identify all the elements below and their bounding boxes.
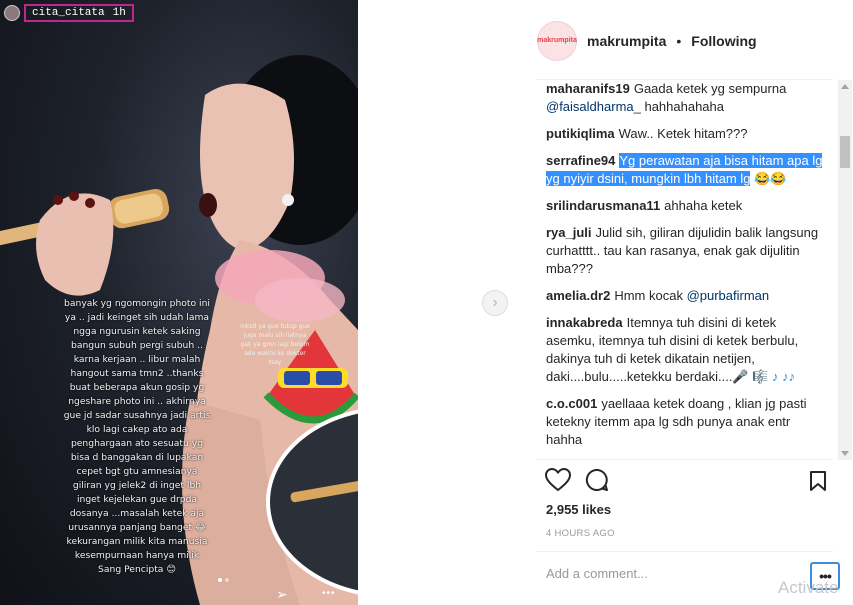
comment-item: serrafine94 Yg perawatan aja bisa hitam a…	[546, 152, 824, 188]
chevron-right-icon[interactable]: ›	[482, 290, 508, 316]
comment-username[interactable]: c.o.c001	[546, 396, 597, 411]
carousel-dot	[225, 578, 229, 582]
comment-item: rya_juli Julid sih, giliran dijulidin bal…	[546, 224, 824, 278]
comment-text: 😂😂	[750, 171, 787, 186]
account-avatar[interactable]: makrumpita	[537, 21, 577, 61]
comment-emoji: 🎼 ♪ ♪♪	[752, 369, 796, 384]
comment-item: c.o.c001 yaellaaa ketek doang , klian jg …	[546, 395, 824, 449]
story-avatar[interactable]	[4, 5, 20, 21]
comment-mention-link[interactable]: @purbafirman	[687, 288, 770, 303]
comment-text: hahhahahaha	[640, 99, 725, 114]
comment-text: Waw.. Ketek hitam???	[618, 126, 748, 141]
comment-username[interactable]: rya_juli	[546, 225, 592, 240]
comment-username[interactable]: innakabreda	[546, 315, 623, 330]
comment-item: maharanifs19 Gaada ketek yg sempurna @fai…	[546, 80, 824, 116]
scroll-thumb[interactable]	[840, 136, 850, 168]
comment-text: Gaada ketek yg sempurna	[633, 81, 787, 96]
carousel-dots	[218, 578, 229, 582]
post-details-panel: makrumpita makrumpita • Following mahara…	[537, 0, 853, 605]
comments-scrollbar[interactable]	[838, 80, 852, 460]
heart-icon[interactable]	[545, 468, 571, 492]
story-time: 1h	[112, 7, 126, 19]
comment-item: innakabreda Itemnya tuh disini di ketek a…	[546, 314, 824, 386]
following-button[interactable]: Following	[691, 33, 756, 49]
add-comment-input[interactable]: Add a comment...	[546, 566, 648, 581]
post-actions	[545, 468, 609, 492]
send-icon[interactable]: ➢	[276, 586, 288, 603]
story-username-tag: cita_citata 1h	[24, 4, 134, 22]
likes-count[interactable]: 2,955 likes	[546, 502, 611, 517]
comment-item: srilindarusmana11 ahhaha ketek	[546, 197, 824, 215]
comment-username[interactable]: amelia.dr2	[546, 288, 610, 303]
comment-text: Hmm kocak	[614, 288, 687, 303]
post-photo[interactable]: cita_citata 1h banyak yg ngomongin photo…	[0, 0, 358, 605]
comment-item: amelia.dr2 Hmm kocak @purbafirman	[546, 287, 824, 305]
comment-text: ahhaha ketek	[664, 198, 743, 213]
bookmark-icon[interactable]	[809, 470, 827, 492]
story-caption: banyak yg ngomongin photo ini ya .. jadi…	[63, 298, 211, 575]
more-dots-icon[interactable]: •••	[322, 588, 336, 599]
sticker-caption: mksd ya gue tutup gue juga malu sih liat…	[240, 323, 310, 366]
comment-username[interactable]: putikiqlima	[546, 126, 615, 141]
scroll-up-icon[interactable]	[841, 84, 849, 89]
comment-username[interactable]: srilindarusmana11	[546, 198, 660, 213]
add-comment-divider	[537, 551, 833, 552]
avatar-logo-text: makrumpita	[537, 37, 577, 44]
comment-username[interactable]: serrafine94	[546, 153, 615, 168]
story-username[interactable]: cita_citata	[32, 7, 105, 19]
comments-list: maharanifs19 Gaada ketek yg sempurna @fai…	[546, 80, 824, 458]
scroll-down-icon[interactable]	[841, 451, 849, 456]
comment-mention-link[interactable]: @faisaldharma_	[546, 99, 641, 114]
comment-item: putikiqlima Waw.. Ketek hitam???	[546, 125, 824, 143]
comments-divider	[537, 459, 833, 460]
account-username[interactable]: makrumpita	[587, 33, 666, 49]
post-timestamp[interactable]: 4 HOURS AGO	[546, 528, 615, 539]
header-separator: •	[676, 33, 682, 49]
post-header: makrumpita makrumpita • Following	[537, 20, 757, 62]
story-header: cita_citata 1h	[4, 3, 134, 23]
activate-watermark: Activate	[778, 578, 839, 597]
comment-username[interactable]: maharanifs19	[546, 81, 630, 96]
comment-icon[interactable]	[585, 468, 609, 492]
carousel-dot-active	[218, 578, 222, 582]
